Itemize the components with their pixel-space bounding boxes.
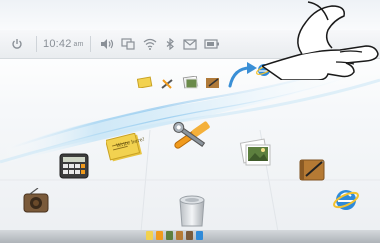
radio-icon[interactable] — [22, 188, 50, 214]
display-icon[interactable] — [117, 30, 139, 58]
calculator-icon[interactable] — [58, 150, 90, 182]
photos-icon[interactable] — [182, 76, 200, 90]
dock-pen-icon[interactable] — [176, 231, 183, 240]
separator — [36, 36, 37, 52]
volume-icon[interactable] — [97, 30, 117, 58]
address-book-icon[interactable] — [296, 156, 328, 184]
bluetooth-icon[interactable] — [161, 30, 179, 58]
desktop-screen: 10:42 am Write here! — [0, 0, 380, 243]
dock-photos-icon[interactable] — [166, 231, 173, 240]
pen-icon[interactable] — [205, 77, 221, 89]
browser-icon[interactable] — [332, 186, 360, 214]
dock-icons — [146, 231, 203, 240]
mail-icon[interactable] — [179, 30, 201, 58]
trash-icon[interactable] — [176, 192, 208, 228]
wifi-icon[interactable] — [139, 30, 161, 58]
separator — [89, 36, 91, 52]
dock-radio-icon[interactable] — [186, 231, 193, 240]
curved-arrow-icon — [228, 62, 257, 88]
dock-notes-icon[interactable] — [146, 231, 153, 240]
clock-ampm: am — [73, 40, 84, 48]
dock-tools-icon[interactable] — [156, 231, 163, 240]
battery-icon[interactable] — [201, 30, 223, 58]
clock[interactable]: 10:42 am — [43, 30, 84, 58]
clock-time: 10:42 — [43, 38, 72, 50]
photos-icon[interactable] — [238, 138, 274, 168]
tools-icon[interactable] — [160, 78, 174, 90]
notes-icon[interactable] — [137, 76, 153, 88]
tools-icon[interactable] — [168, 118, 214, 154]
power-icon[interactable] — [4, 30, 30, 58]
hand-icon — [262, 1, 379, 80]
dock-browser-icon[interactable] — [196, 231, 203, 240]
